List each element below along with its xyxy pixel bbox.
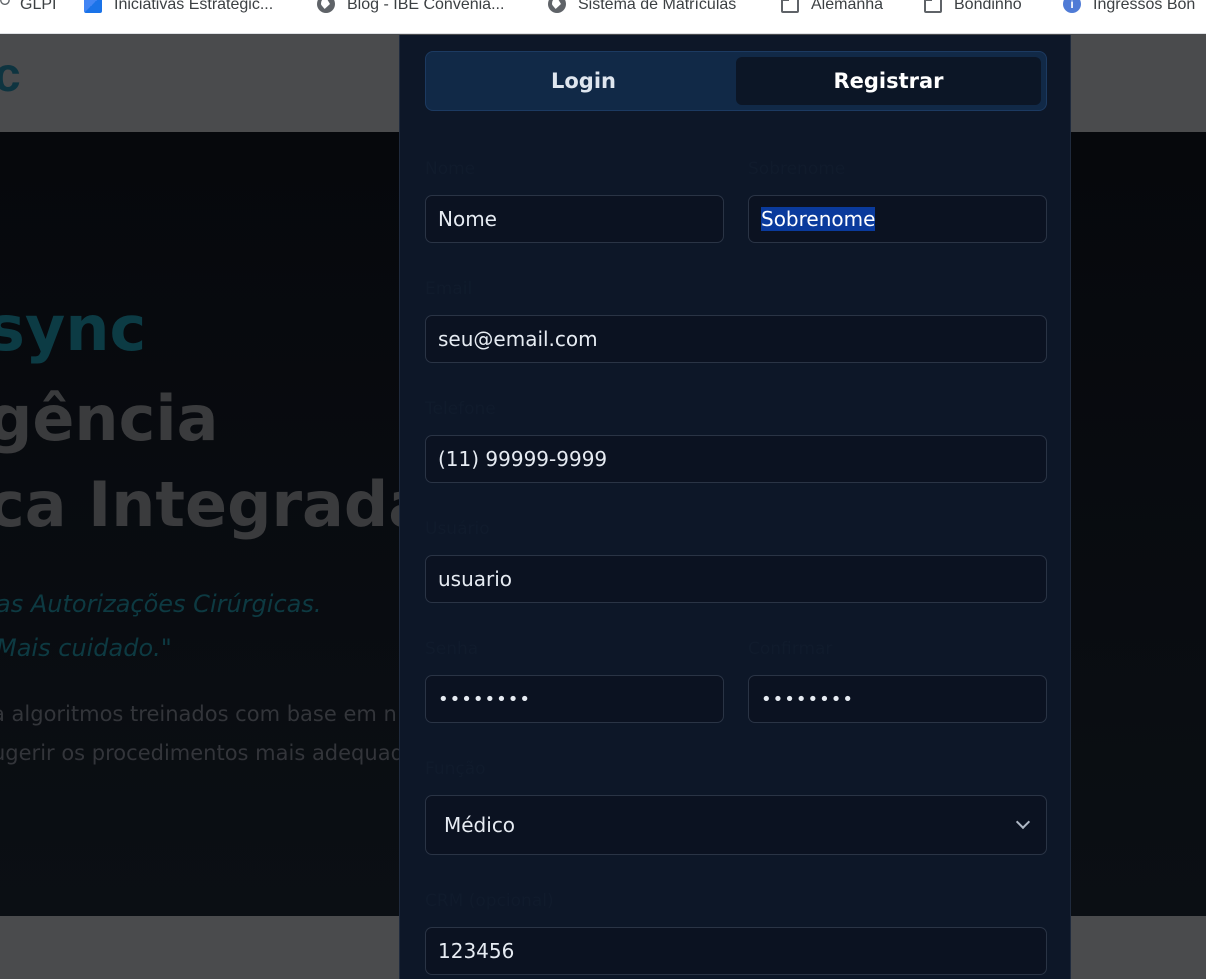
senha-field[interactable]: ••••••••: [425, 675, 724, 723]
telefone-label: Telefone: [425, 399, 496, 419]
globe-icon: [317, 0, 335, 13]
bookmark-glpi[interactable]: ↻ GLPI: [0, 0, 56, 13]
cube-icon: [84, 0, 102, 13]
usuario-label: Usuário: [425, 519, 490, 539]
usuario-field[interactable]: usuario: [425, 555, 1047, 603]
sobrenome-label: Sobrenome: [748, 159, 846, 179]
crm-label: CRM (opcional): [425, 891, 554, 911]
chevron-down-icon: [1015, 814, 1031, 830]
hero-description-line-2: ugerir os procedimentos mais adequad: [0, 741, 404, 765]
hero-description-line-1: a algoritmos treinados com base em n: [0, 702, 397, 726]
crm-field[interactable]: 123456: [425, 927, 1047, 975]
hero-quote-line-1: as Autorizações Cirúrgicas.: [0, 590, 322, 618]
confirmar-senha-field[interactable]: ••••••••: [748, 675, 1047, 723]
email-label: Email: [425, 279, 473, 299]
glpi-icon: ↻: [0, 0, 12, 13]
tab-register[interactable]: Registrar: [736, 57, 1041, 105]
tab-login[interactable]: Login: [431, 57, 736, 105]
folder-icon: [781, 0, 799, 13]
bookmarks-bar: ↻ GLPI Iniciativas Estratégic... Blog - …: [0, 0, 1206, 34]
bookmark-alemanha[interactable]: Alemanha: [781, 0, 883, 13]
bookmark-bondinho[interactable]: Bondinho: [924, 0, 1022, 13]
bookmark-blog-ibe[interactable]: Blog - IBE Convenia...: [317, 0, 504, 13]
auth-tabs: Login Registrar: [425, 51, 1047, 111]
background-logo: c: [0, 49, 21, 102]
telefone-field[interactable]: (11) 99999-9999: [425, 435, 1047, 483]
email-field[interactable]: seu@email.com: [425, 315, 1047, 363]
nome-label: Nome: [425, 159, 476, 179]
confirmar-label: Confirmar: [748, 639, 833, 659]
globe-icon: [548, 0, 566, 13]
sobrenome-field[interactable]: Sobrenome: [748, 195, 1047, 243]
folder-icon: [924, 0, 942, 13]
hero-title-line-2: gência: [0, 382, 219, 455]
funcao-label: Função: [425, 759, 486, 779]
funcao-select[interactable]: Médico: [425, 795, 1047, 855]
info-icon: i: [1063, 0, 1081, 13]
bookmark-ingressos[interactable]: i Ingressos Bon: [1063, 0, 1195, 13]
hero-title-line-3: ca Integrada: [0, 468, 431, 541]
bookmark-iniciativas[interactable]: Iniciativas Estratégic...: [84, 0, 273, 13]
nome-field[interactable]: Nome: [425, 195, 724, 243]
hero-title-line-1: sync: [0, 292, 147, 365]
senha-label: Senha: [425, 639, 479, 659]
bookmark-sistema-matriculas[interactable]: Sistema de Matrículas: [548, 0, 736, 13]
hero-quote-line-2: Mais cuidado.": [0, 634, 172, 662]
register-modal: Login Registrar Nome Sobrenome Nome Sobr…: [399, 35, 1071, 979]
